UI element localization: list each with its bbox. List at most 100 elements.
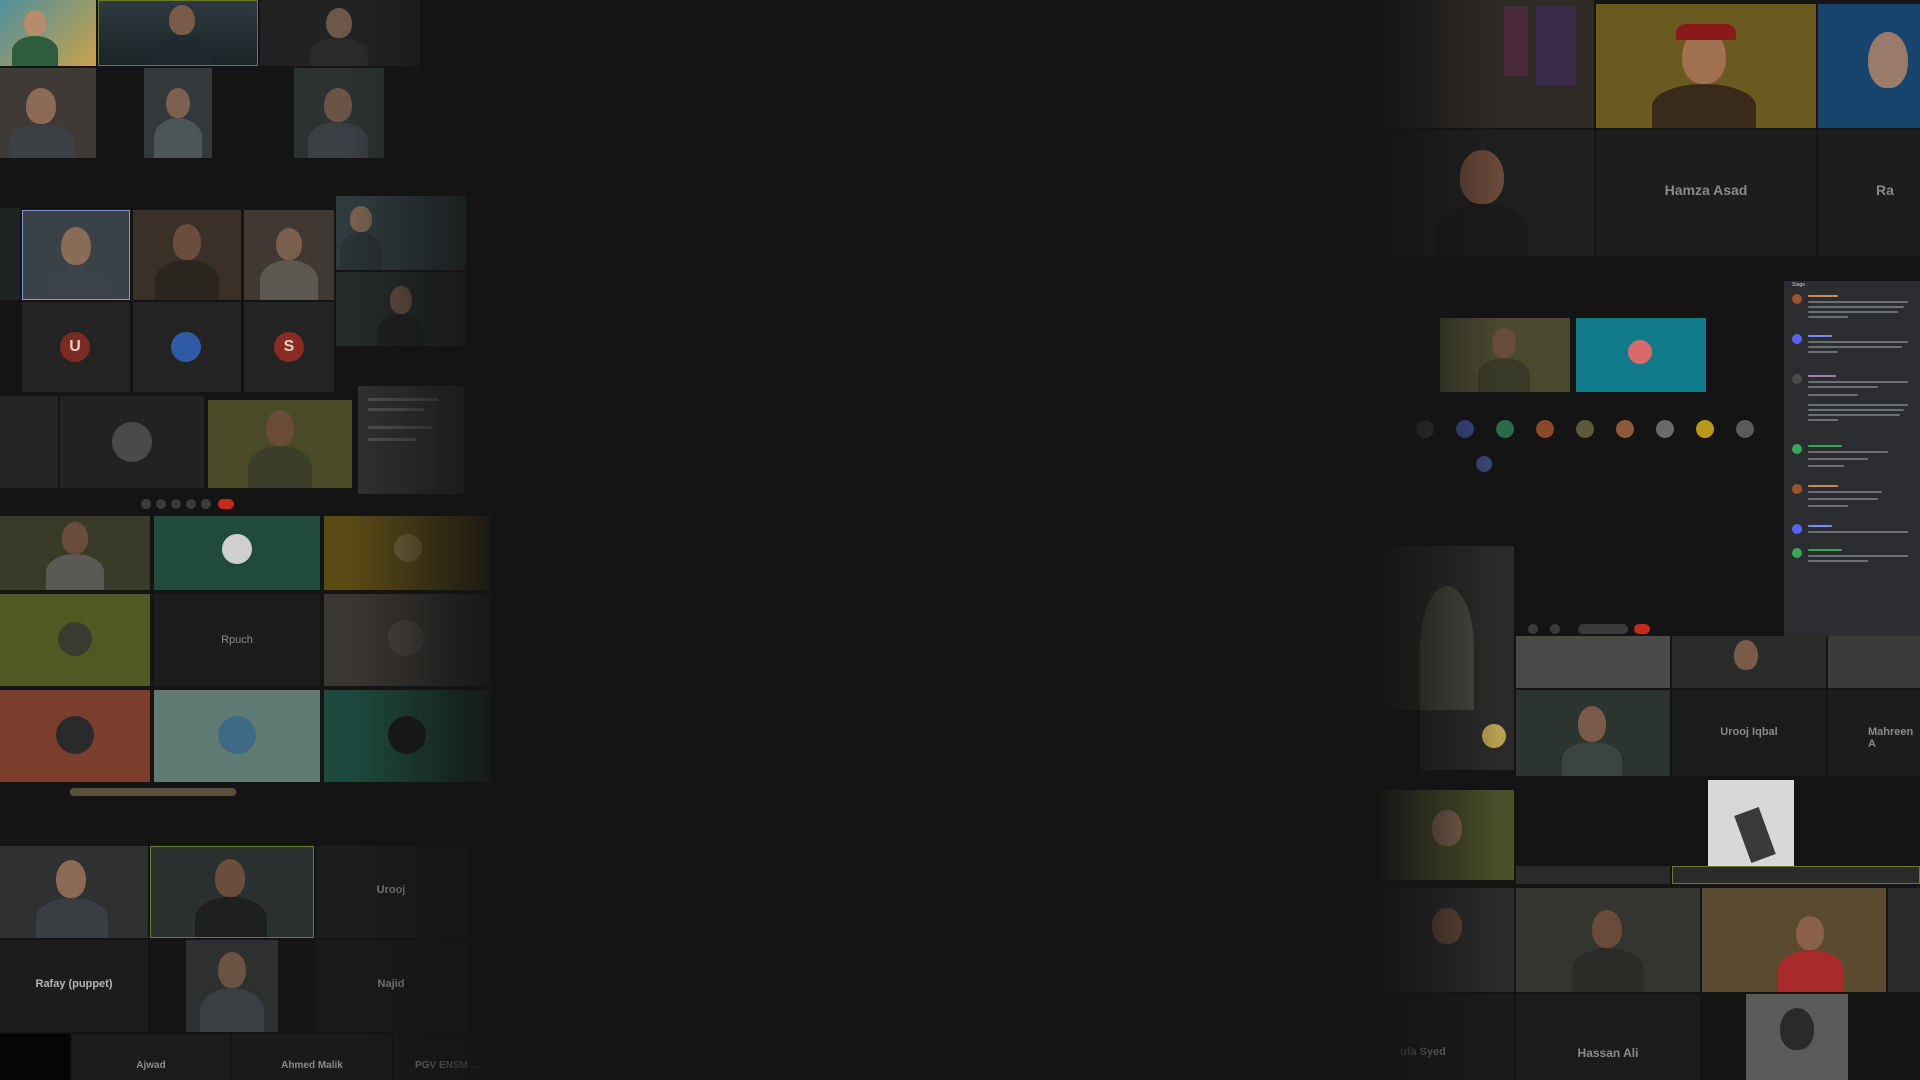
- audience-avatar[interactable]: [1476, 456, 1492, 472]
- chat-message: [1784, 522, 1920, 546]
- camera-button[interactable]: [156, 499, 166, 509]
- participant-tile: [154, 690, 320, 782]
- chat-message: [1784, 292, 1920, 332]
- audience-avatar[interactable]: [1736, 420, 1754, 438]
- name-tile: Ajwad: [72, 1034, 230, 1080]
- name-tile: Urooj Iqbal: [1672, 690, 1826, 776]
- video-tile: [244, 210, 334, 300]
- audience-avatar[interactable]: [1456, 420, 1474, 438]
- leave-stage-button[interactable]: [1578, 624, 1628, 634]
- video-tile: [1380, 130, 1594, 256]
- video-tile: [260, 0, 420, 66]
- video-tile: [0, 68, 96, 158]
- participant-name: Hassan Ali: [1577, 1046, 1639, 1060]
- video-tile: [208, 400, 352, 488]
- participant-name: PGV ENSM ...: [415, 1060, 479, 1071]
- participant-tile: [0, 690, 150, 782]
- audience-avatar[interactable]: [1616, 420, 1634, 438]
- audience-avatar[interactable]: [1416, 420, 1434, 438]
- chat-message: [1784, 482, 1920, 522]
- video-tile: [336, 196, 466, 270]
- disconnect-button[interactable]: [1634, 624, 1650, 634]
- globe-avatar: [171, 332, 201, 362]
- audience-avatar[interactable]: [1656, 420, 1674, 438]
- avatar: [388, 620, 424, 656]
- video-tile: [294, 68, 384, 158]
- avatar: [1628, 340, 1652, 364]
- avatar: [56, 716, 94, 754]
- participant-tile: [324, 690, 490, 782]
- name-tile: Mahreen A: [1828, 690, 1920, 776]
- avatar: [218, 716, 256, 754]
- participant-label: Rpuch: [221, 634, 253, 646]
- participant-tile: [324, 516, 490, 590]
- participant-name: Ahmed Malik: [281, 1060, 343, 1071]
- audience-avatar[interactable]: [1496, 420, 1514, 438]
- video-tile: [1516, 636, 1670, 688]
- present-button[interactable]: [186, 499, 196, 509]
- right-video-collage: Hamza Asad Ra Stage Urooj Iqbal Mahreen …: [1380, 0, 1920, 1080]
- stage-speaker-tile: [1576, 318, 1706, 392]
- scrollbar[interactable]: [70, 788, 236, 796]
- participant-name: Urooj: [376, 884, 406, 896]
- chat-header: Stage: [1792, 282, 1806, 288]
- video-tile-active-speaker: [150, 846, 314, 938]
- audience-avatar[interactable]: [1576, 420, 1594, 438]
- avatar: [222, 534, 252, 564]
- end-call-button[interactable]: [218, 499, 234, 509]
- captions-button[interactable]: [171, 499, 181, 509]
- participant-tile: [133, 302, 241, 392]
- mic-button[interactable]: [1528, 624, 1538, 634]
- discord-logo-icon: [394, 534, 422, 562]
- video-tile-selected[interactable]: [22, 210, 130, 300]
- emoji-reactions: [1420, 710, 1514, 770]
- name-tile: ufa Syed: [1380, 994, 1514, 1080]
- avatar: S: [274, 332, 304, 362]
- avatar: [58, 622, 92, 656]
- video-tile: [133, 210, 241, 300]
- video-tile: [1702, 888, 1886, 992]
- participant-tile: [60, 396, 204, 488]
- stage-speaker-tile: [1440, 318, 1570, 392]
- participant-tile: U: [22, 302, 130, 392]
- video-tile: [1380, 0, 1594, 128]
- mic-button[interactable]: [141, 499, 151, 509]
- participant-name: Rafay (puppet): [35, 978, 113, 990]
- video-tile: [1380, 546, 1514, 710]
- participant-name: Mahreen A: [1868, 726, 1914, 750]
- chat-message: [1784, 442, 1920, 482]
- video-tile: [1516, 866, 1670, 884]
- name-tile: Hamza Asad: [1596, 130, 1816, 256]
- participant-name: Najid: [377, 978, 405, 990]
- participant-tile: [154, 516, 320, 590]
- participant-tile: [0, 594, 150, 686]
- audience-avatar[interactable]: [1536, 420, 1554, 438]
- shared-image-tile: [1708, 780, 1794, 868]
- stage-chat-panel: Stage: [1784, 281, 1920, 637]
- video-tile: [0, 516, 150, 590]
- chat-message: [1784, 546, 1920, 586]
- video-tile: [1828, 636, 1920, 688]
- video-tile: [0, 0, 96, 66]
- name-tile: Urooj: [316, 846, 466, 938]
- avatar-letter: U: [69, 338, 81, 355]
- name-tile: Ra: [1818, 130, 1920, 256]
- star-icon: [1482, 724, 1506, 748]
- audience-avatar[interactable]: [1696, 420, 1714, 438]
- video-tile: [1746, 994, 1848, 1080]
- more-options-button[interactable]: [201, 499, 211, 509]
- video-tile-active-speaker: [98, 0, 258, 66]
- participant-name: Urooj Iqbal: [1720, 726, 1778, 738]
- camera-button[interactable]: [1550, 624, 1560, 634]
- participant-tile: S: [244, 302, 334, 392]
- avatar: [388, 716, 426, 754]
- video-tile: [1888, 888, 1920, 992]
- video-tile: [144, 68, 212, 158]
- video-tile: [0, 396, 58, 488]
- participant-name: Ra: [1876, 182, 1894, 198]
- chat-message: [1784, 332, 1920, 372]
- avatar: U: [60, 332, 90, 362]
- video-tile: [1672, 636, 1826, 688]
- video-tile: [1380, 790, 1514, 880]
- participant-name: Ajwad: [136, 1060, 166, 1071]
